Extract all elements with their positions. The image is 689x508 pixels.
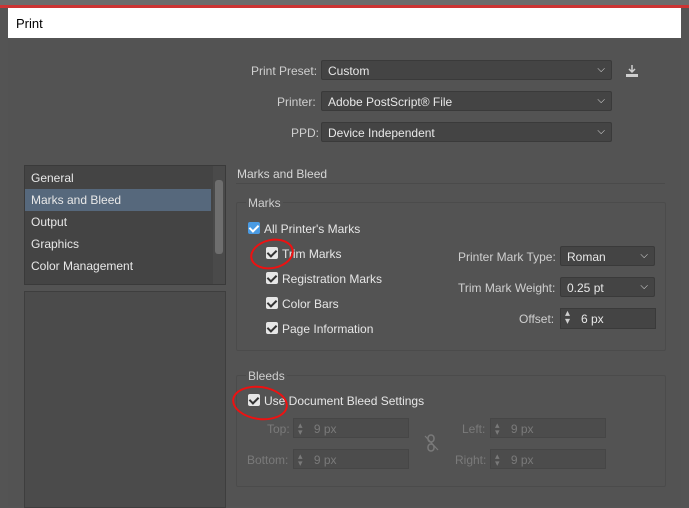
stepper-arrows-icon: ▴ ▾ xyxy=(495,451,500,468)
background-strip xyxy=(0,0,689,8)
registration-marks-label: Registration Marks xyxy=(282,272,383,286)
all-printers-marks-label: All Printer's Marks xyxy=(264,222,361,236)
scrollbar[interactable] xyxy=(213,166,225,284)
bleed-top-field[interactable]: ▴ ▾ 9 px xyxy=(293,418,409,438)
chevron-down-icon: ⌵ xyxy=(597,64,605,75)
printer-mark-type-value: Roman xyxy=(567,250,606,264)
scrollbar-thumb[interactable] xyxy=(215,180,223,254)
save-preset-icon[interactable] xyxy=(624,63,640,79)
bleed-left-label: Left: xyxy=(462,422,486,436)
color-bars-checkbox[interactable] xyxy=(266,297,278,309)
chevron-down-icon: ⌵ xyxy=(597,95,605,106)
bleed-top-value: 9 px xyxy=(313,422,337,436)
ppd-select[interactable]: Device Independent ⌵ xyxy=(321,122,612,142)
sidebar-item-marks-and-bleed[interactable]: Marks and Bleed xyxy=(31,190,121,210)
registration-marks-checkbox[interactable] xyxy=(266,272,278,284)
bleed-bottom-field[interactable]: ▴ ▾ 9 px xyxy=(293,449,409,469)
sidebar-item-graphics[interactable]: Graphics xyxy=(31,234,79,254)
bleed-right-field[interactable]: ▴ ▾ 9 px xyxy=(490,449,606,469)
bleed-left-value: 9 px xyxy=(510,422,534,436)
offset-label: Offset: xyxy=(519,312,555,326)
marks-legend: Marks xyxy=(246,196,283,210)
bleed-bottom-label: Bottom: xyxy=(247,453,289,467)
trim-mark-weight-value: 0.25 pt xyxy=(567,281,604,295)
page-information-checkbox[interactable] xyxy=(266,322,278,334)
chevron-down-icon: ⌵ xyxy=(597,126,605,137)
title-bar: Print xyxy=(8,8,681,38)
printer-label: Printer: xyxy=(277,95,316,109)
color-bars-label: Color Bars xyxy=(282,297,339,311)
chevron-down-icon: ⌵ xyxy=(640,281,648,292)
sidebar-item-color-management[interactable]: Color Management xyxy=(31,256,133,276)
ppd-label: PPD: xyxy=(291,126,320,140)
all-printers-marks-checkbox[interactable] xyxy=(248,222,260,234)
preview-pane xyxy=(24,291,226,508)
printer-select[interactable]: Adobe PostScript® File ⌵ xyxy=(321,91,612,111)
bleed-bottom-value: 9 px xyxy=(313,453,337,467)
print-preset-select[interactable]: Custom ⌵ xyxy=(321,60,612,80)
divider xyxy=(236,183,665,184)
bleed-top-label: Top: xyxy=(267,422,290,436)
dialog-title: Print xyxy=(16,16,43,31)
printer-value: Adobe PostScript® File xyxy=(328,95,453,109)
stepper-arrows-icon: ▴ ▾ xyxy=(298,451,303,468)
offset-value[interactable]: 6 px xyxy=(581,312,604,326)
printer-mark-type-select[interactable]: Roman ⌵ xyxy=(560,246,655,266)
bleed-right-value: 9 px xyxy=(510,453,534,467)
print-preset-value: Custom xyxy=(328,64,370,78)
printer-mark-type-label: Printer Mark Type: xyxy=(458,250,556,264)
bleed-right-label: Right: xyxy=(455,453,487,467)
section-title: Marks and Bleed xyxy=(237,167,328,181)
print-preset-label: Print Preset: xyxy=(251,64,318,78)
chevron-down-icon: ⌵ xyxy=(640,250,648,261)
ppd-value: Device Independent xyxy=(328,126,435,140)
offset-stepper[interactable]: ▴ ▾ 6 px xyxy=(560,308,656,329)
use-document-bleed-label: Use Document Bleed Settings xyxy=(264,394,425,408)
stepper-arrows-icon: ▴ ▾ xyxy=(495,420,500,437)
sidebar-item-general[interactable]: General xyxy=(31,168,74,188)
trim-mark-weight-label: Trim Mark Weight: xyxy=(458,281,556,295)
page-information-label: Page Information xyxy=(282,322,374,336)
stepper-arrows-icon: ▴ ▾ xyxy=(298,420,303,437)
bleed-left-field[interactable]: ▴ ▾ 9 px xyxy=(490,418,606,438)
stepper-arrows-icon[interactable]: ▴ ▾ xyxy=(565,309,570,327)
chain-link-icon[interactable] xyxy=(424,434,440,452)
category-list: General Marks and Bleed Output Graphics … xyxy=(24,165,226,285)
trim-mark-weight-select[interactable]: 0.25 pt ⌵ xyxy=(560,277,655,297)
sidebar-item-output[interactable]: Output xyxy=(31,212,67,232)
bleeds-legend: Bleeds xyxy=(246,369,287,383)
